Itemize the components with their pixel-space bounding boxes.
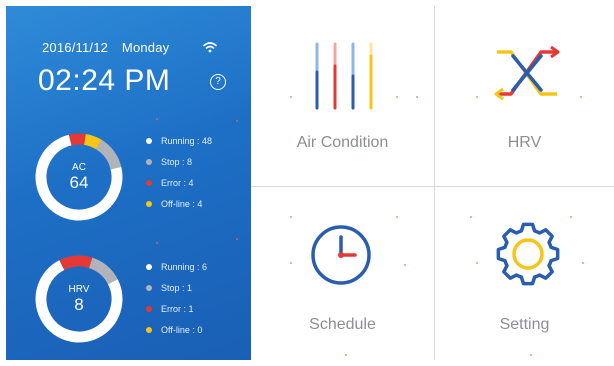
hrv-stop-label: Stop : 1 <box>161 282 193 293</box>
decor-dot <box>290 216 292 218</box>
tile-schedule-label: Schedule <box>309 316 376 333</box>
decor-dot <box>580 96 582 98</box>
decor-dot <box>404 264 406 266</box>
wifi-icon <box>203 42 217 53</box>
air-condition-icon <box>315 42 373 110</box>
ac-device-total: 64 <box>69 173 89 192</box>
stop-dot <box>146 284 152 291</box>
decor-dot <box>156 242 158 244</box>
clock-time: 02:24 PM <box>38 64 171 97</box>
tile-hrv-label: HRV <box>507 134 542 151</box>
donut-segment <box>83 134 102 150</box>
offline-dot <box>146 200 152 207</box>
gear-icon <box>496 222 560 286</box>
ac-running-label: Running : 48 <box>161 135 213 146</box>
hrv-legend-offline: Off-line : 0 <box>146 319 207 340</box>
offline-dot <box>146 326 152 333</box>
weekday-text: Monday <box>121 40 170 55</box>
hrv-legend-running: Running : 6 <box>146 256 207 277</box>
tile-setting[interactable]: Setting <box>435 187 614 360</box>
tile-air-condition-label: Air Condition <box>296 134 389 151</box>
decor-dot <box>396 216 398 218</box>
ac-legend-stop: Stop : 8 <box>146 151 212 172</box>
gear-outline <box>496 222 560 286</box>
tile-setting-label: Setting <box>499 316 550 333</box>
ac-device-name: AC <box>72 162 86 173</box>
ac-legend-error: Error : 4 <box>146 172 212 193</box>
hrv-device-name: HRV <box>68 284 90 295</box>
decor-dot <box>476 262 478 264</box>
running-dot <box>146 263 152 270</box>
error-dot <box>146 305 152 312</box>
decor-dot <box>236 120 238 122</box>
tile-hrv[interactable]: HRV <box>435 6 614 186</box>
ac-error-label: Error : 4 <box>161 177 194 188</box>
decor-dot <box>290 262 292 264</box>
ac-stop-label: Stop : 8 <box>161 156 193 167</box>
hrv-legend-stop: Stop : 1 <box>146 277 207 298</box>
tile-schedule[interactable]: Schedule <box>251 187 434 360</box>
hrv-offline-label: Off-line : 0 <box>161 324 203 335</box>
decor-dot <box>476 96 478 98</box>
running-dot <box>146 137 152 144</box>
decor-dot <box>470 216 472 218</box>
hrv-running-label: Running : 6 <box>161 261 208 272</box>
donut-segment <box>88 257 118 285</box>
gear-teeth <box>496 222 560 286</box>
tile-air-condition[interactable]: Air Condition <box>251 6 434 186</box>
date-text: 2016/11/12 <box>42 40 109 55</box>
help-icon[interactable]: ? <box>210 74 226 90</box>
hrv-icon <box>494 45 560 101</box>
decor-dot <box>530 354 532 356</box>
decor-dot <box>582 262 584 264</box>
hrv-donut-label: HRV 8 <box>34 284 124 315</box>
decor-dot <box>345 354 347 356</box>
ac-offline-label: Off-line : 4 <box>161 198 203 209</box>
hrv-legend: Running : 6 Stop : 1 Error : 1 Off-line … <box>146 256 207 340</box>
ac-legend-offline: Off-line : 4 <box>146 193 212 214</box>
ac-legend: Running : 48 Stop : 8 Error : 4 Off-line… <box>146 130 212 214</box>
decor-dot <box>416 96 418 98</box>
ac-donut-label: AC 64 <box>34 162 124 193</box>
decor-dot <box>290 96 292 98</box>
decor-dot <box>570 216 572 218</box>
stop-dot <box>146 158 152 165</box>
screen: 2016/11/12 Monday 02:24 PM ? AC 64 Runni… <box>0 0 614 366</box>
decor-dot <box>236 238 238 240</box>
hrv-legend-error: Error : 1 <box>146 298 207 319</box>
hrv-error-label: Error : 1 <box>161 303 194 314</box>
donut-segment <box>59 255 93 271</box>
clock-icon <box>311 225 371 285</box>
ac-legend-running: Running : 48 <box>146 130 212 151</box>
status-panel: 2016/11/12 Monday 02:24 PM ? AC 64 Runni… <box>6 6 251 360</box>
error-dot <box>146 179 152 186</box>
decor-dot <box>396 96 398 98</box>
donut-segment <box>68 133 86 146</box>
date-row: 2016/11/12 Monday <box>42 40 179 55</box>
hrv-device-total: 8 <box>74 295 84 314</box>
decor-dot <box>156 118 158 120</box>
